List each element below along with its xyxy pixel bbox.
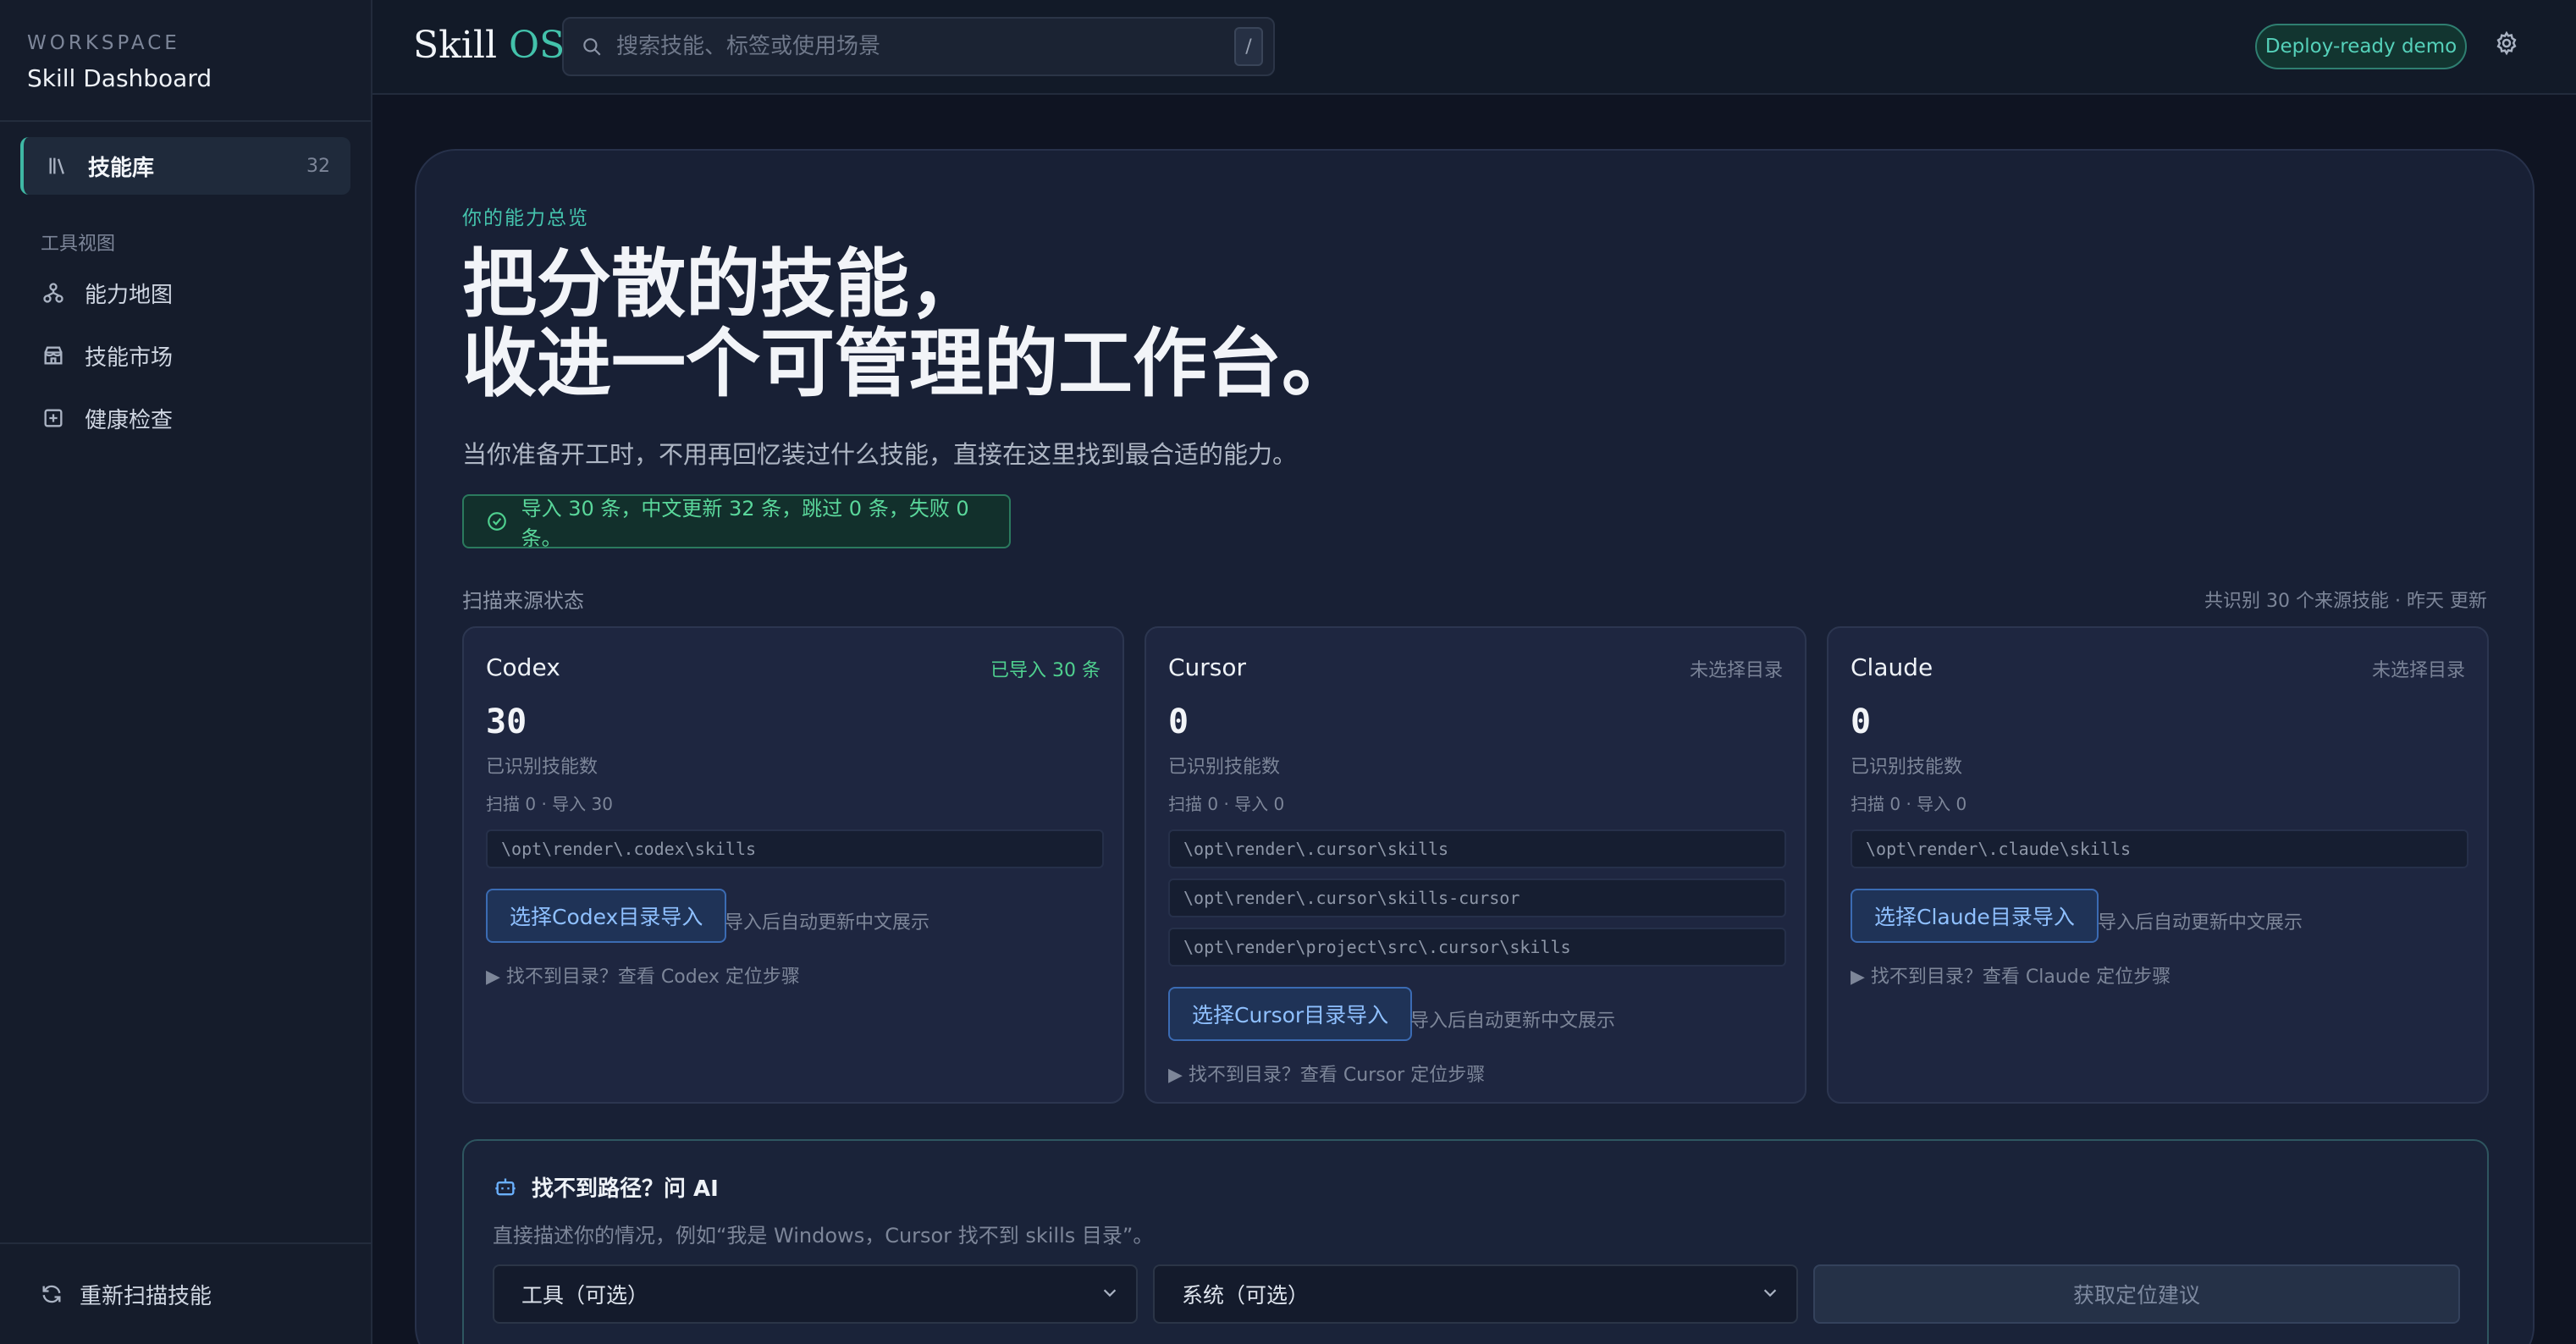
source-name: Claude — [1851, 653, 1933, 681]
chevron-down-icon — [1100, 1282, 1119, 1307]
ask-ai-title: 找不到路径？问 AI — [532, 1176, 719, 1202]
source-path: \opt\render\project\src\.cursor\skills — [1168, 928, 1786, 967]
sidebar-item-skill-market[interactable]: 技能市场 — [41, 337, 173, 374]
search-input[interactable] — [616, 34, 1234, 59]
robot-icon — [493, 1175, 518, 1200]
import-note: 导入后自动更新中文展示 — [1410, 1011, 1616, 1032]
import-cursor-button[interactable]: 选择Cursor目录导入 — [1168, 987, 1413, 1041]
overview-eyebrow: 你的能力总览 — [462, 207, 589, 229]
import-status-banner: 导入 30 条，中文更新 32 条，跳过 0 条，失败 0 条。 — [462, 494, 1011, 550]
chevron-down-icon — [1761, 1282, 1779, 1307]
brand-logo[interactable]: Skill OS — [413, 24, 565, 67]
sidebar-item-count: 32 — [306, 155, 330, 177]
source-count-label: 已识别技能数 — [486, 757, 598, 778]
source-scan-summary: 扫描 0 · 导入 30 — [486, 794, 613, 814]
overview-panel: 你的能力总览 把分散的技能， 收进一个可管理的工作台。 当你准备开工时，不用再回… — [415, 149, 2535, 1344]
brand-accent: OS — [509, 24, 565, 67]
search-shortcut-hint: / — [1234, 27, 1263, 66]
workspace-eyebrow: WORKSPACE — [27, 32, 180, 54]
brand-main: Skill — [413, 24, 498, 67]
ask-ai-panel: 找不到路径？问 AI 直接描述你的情况，例如“我是 Windows，Cursor… — [462, 1139, 2489, 1344]
rescan-skills-button[interactable]: 重新扫描技能 — [0, 1242, 372, 1344]
workspace-title: Skill Dashboard — [27, 64, 212, 92]
hero-subtitle: 当你准备开工时，不用再回忆装过什么技能，直接在这里找到最合适的能力。 — [462, 440, 1298, 469]
sitemap-icon — [41, 280, 66, 306]
source-status: 已导入 30 条 — [990, 660, 1100, 681]
sidebar-item-capability-map[interactable]: 能力地图 — [41, 274, 173, 311]
system-select-value: 系统（可选） — [1182, 1283, 1310, 1308]
source-count-label: 已识别技能数 — [1168, 757, 1281, 778]
workspace-header: WORKSPACE Skill Dashboard — [0, 0, 371, 122]
library-icon — [46, 153, 71, 179]
source-scan-summary: 扫描 0 · 导入 0 — [1168, 794, 1285, 814]
hero-line-2: 收进一个可管理的工作台。 — [462, 319, 1357, 407]
search-icon — [579, 34, 604, 59]
store-icon — [41, 343, 66, 368]
scan-sources-title: 扫描来源状态 — [462, 589, 584, 613]
codex-locate-help-link[interactable]: ▶ 找不到目录？查看 Codex 定位步骤 — [486, 961, 800, 989]
hero-title: 把分散的技能， 收进一个可管理的工作台。 — [462, 244, 1647, 403]
tool-select[interactable]: 工具（可选） — [493, 1264, 1138, 1324]
gear-icon — [2494, 30, 2519, 56]
source-count-label: 已识别技能数 — [1851, 757, 1963, 778]
source-card-claude: Claude 未选择目录 0 已识别技能数 扫描 0 · 导入 0 \opt\r… — [1827, 626, 2489, 1104]
health-check-icon — [41, 405, 66, 431]
import-claude-button[interactable]: 选择Claude目录导入 — [1851, 889, 2099, 943]
import-note: 导入后自动更新中文展示 — [725, 912, 930, 934]
source-card-codex: Codex 已导入 30 条 30 已识别技能数 扫描 0 · 导入 30 \o… — [462, 626, 1124, 1104]
top-bar: Skill OS / Deploy-ready demo — [372, 0, 2576, 95]
sidebar: WORKSPACE Skill Dashboard 技能库 32 工具视图 能力… — [0, 0, 372, 1344]
source-path: \opt\render\.cursor\skills-cursor — [1168, 879, 1786, 917]
check-circle-icon — [484, 509, 510, 534]
sidebar-item-label: 健康检查 — [85, 407, 174, 433]
settings-button[interactable] — [2494, 30, 2519, 61]
source-skill-count: 0 — [1168, 702, 1189, 741]
search-bar: / — [562, 17, 1275, 76]
sidebar-item-skill-library[interactable]: 技能库 32 — [20, 137, 350, 195]
source-name: Codex — [486, 653, 560, 681]
sidebar-item-label: 技能库 — [88, 155, 155, 181]
import-codex-button[interactable]: 选择Codex目录导入 — [486, 889, 727, 943]
sidebar-item-label: 能力地图 — [85, 282, 174, 308]
source-status: 未选择目录 — [2371, 660, 2465, 681]
deploy-ready-badge[interactable]: Deploy-ready demo — [2255, 24, 2467, 69]
claude-locate-help-link[interactable]: ▶ 找不到目录？查看 Claude 定位步骤 — [1851, 961, 2171, 989]
import-status-text: 导入 30 条，中文更新 32 条，跳过 0 条，失败 0 条。 — [521, 497, 969, 550]
scan-sources-meta: 共识别 30 个来源技能 · 昨天 更新 — [2204, 591, 2487, 612]
nav-group-title: 工具视图 — [41, 234, 116, 255]
system-select[interactable]: 系统（可选） — [1153, 1264, 1798, 1324]
sidebar-item-label: 技能市场 — [85, 344, 174, 371]
source-skill-count: 30 — [486, 702, 527, 741]
app-root: WORKSPACE Skill Dashboard 技能库 32 工具视图 能力… — [0, 0, 2576, 1344]
source-card-cursor: Cursor 未选择目录 0 已识别技能数 扫描 0 · 导入 0 \opt\r… — [1145, 626, 1807, 1104]
import-note: 导入后自动更新中文展示 — [2098, 912, 2303, 934]
source-path: \opt\render\.claude\skills — [1851, 829, 2468, 868]
cursor-locate-help-link[interactable]: ▶ 找不到目录？查看 Cursor 定位步骤 — [1168, 1060, 1485, 1087]
rescan-label: 重新扫描技能 — [80, 1283, 212, 1309]
source-path: \opt\render\.cursor\skills — [1168, 829, 1786, 868]
refresh-icon — [39, 1281, 64, 1307]
hero-line-1: 把分散的技能， — [462, 240, 985, 328]
ask-ai-description: 直接描述你的情况，例如“我是 Windows，Cursor 找不到 skills… — [493, 1224, 1154, 1248]
source-scan-summary: 扫描 0 · 导入 0 — [1851, 794, 1967, 814]
get-locate-advice-button[interactable]: 获取定位建议 — [1813, 1264, 2460, 1324]
tool-select-value: 工具（可选） — [521, 1283, 649, 1308]
ask-ai-header: 找不到路径？问 AI — [493, 1171, 719, 1203]
source-path: \opt\render\.codex\skills — [486, 829, 1104, 868]
source-skill-count: 0 — [1851, 702, 1872, 741]
source-status: 未选择目录 — [1689, 660, 1783, 681]
source-name: Cursor — [1168, 653, 1247, 681]
sidebar-item-health-check[interactable]: 健康检查 — [41, 399, 173, 437]
